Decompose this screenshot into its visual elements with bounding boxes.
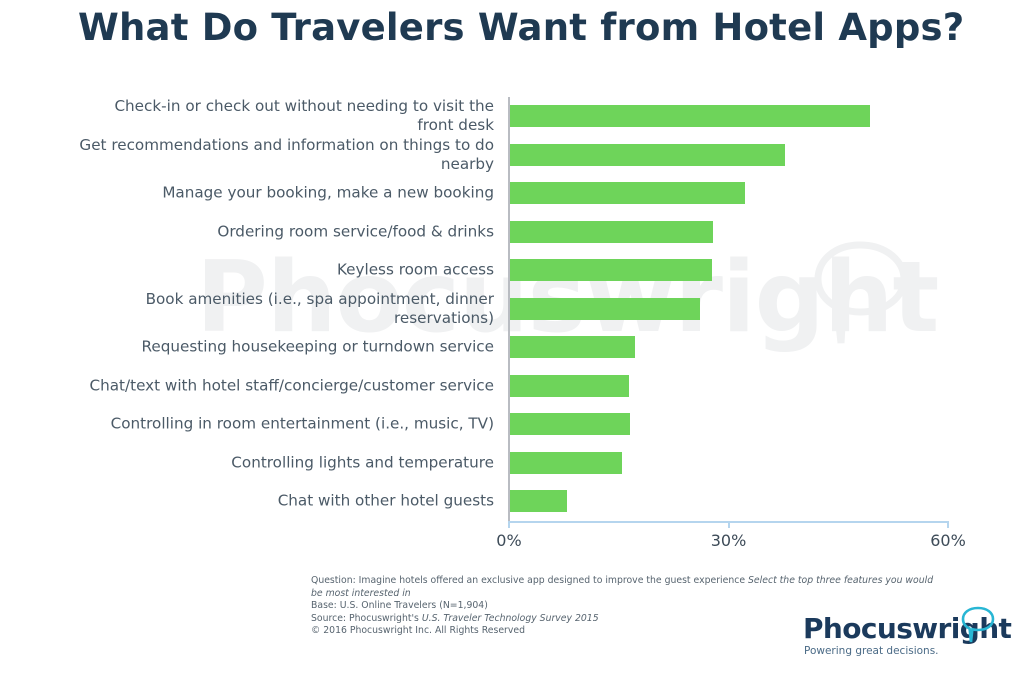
bar-row: Chat with other hotel guests	[0, 482, 1024, 521]
bar-category-label: Requesting housekeeping or turndown serv…	[141, 337, 494, 356]
bar	[510, 451, 622, 474]
footnote-source-title: U.S. Traveler Technology Survey 2015	[421, 612, 599, 624]
bar-category-label: Controlling lights and temperature	[231, 453, 494, 472]
phocuswright-logo: Phocuswright Powering great decisions.	[803, 606, 1012, 672]
footnote-question: Question: Imagine hotels offered an excl…	[311, 575, 936, 600]
x-tick-mark	[508, 521, 510, 528]
bar-category-label: Get recommendations and information on t…	[79, 135, 494, 173]
bar-category-label: Check-in or check out without needing to…	[114, 97, 494, 135]
x-tick-label: 60%	[930, 531, 966, 550]
bar-category-label: Controlling in room entertainment (i.e.,…	[110, 414, 494, 433]
bar	[510, 105, 870, 128]
bar	[510, 413, 630, 436]
x-tick-label: 30%	[710, 531, 747, 550]
bar-row: Get recommendations and information on t…	[0, 136, 1024, 175]
bar-chart: Check-in or check out without needing to…	[0, 0, 1024, 560]
bar	[510, 143, 786, 166]
bar-category-label: Chat with other hotel guests	[277, 491, 494, 510]
bar	[510, 259, 712, 282]
bar-row: Ordering room service/food & drinks	[0, 213, 1024, 252]
bar-category-label: Keyless room access	[336, 260, 494, 279]
bar-row: Chat/text with hotel staff/concierge/cus…	[0, 367, 1024, 406]
x-tick-mark	[727, 521, 730, 528]
bar-row: Controlling in room entertainment (i.e.,…	[0, 405, 1024, 444]
bar	[510, 374, 630, 397]
footnote-base: Base: U.S. Online Travelers (N=1,904)	[311, 600, 488, 612]
x-tick-label: 0%	[496, 531, 522, 550]
bar-row: Requesting housekeeping or turndown serv…	[0, 328, 1024, 367]
speech-bubble-icon	[961, 606, 995, 643]
x-tick-mark	[947, 521, 949, 528]
bar	[510, 297, 700, 320]
bar-category-label: Manage your booking, make a new booking	[162, 183, 494, 202]
bar-row: Manage your booking, make a new booking	[0, 174, 1024, 213]
bar-row: Keyless room access	[0, 251, 1024, 290]
bar	[510, 336, 636, 359]
bar-category-label: Ordering room service/food & drinks	[217, 222, 494, 241]
bar-row: Book amenities (i.e., spa appointment, d…	[0, 290, 1024, 329]
bar-category-label: Chat/text with hotel staff/concierge/cus…	[89, 376, 495, 395]
footnote-question-text: Question: Imagine hotels offered an excl…	[311, 575, 749, 586]
bar-row: Check-in or check out without needing to…	[0, 97, 1024, 136]
footnote-source-prefix: Source: Phocuswright's	[311, 612, 422, 624]
bar-row: Controlling lights and temperature	[0, 444, 1024, 483]
bar	[510, 220, 714, 243]
bar	[510, 182, 745, 205]
bar	[510, 490, 568, 513]
bar-category-label: Book amenities (i.e., spa appointment, d…	[145, 289, 494, 327]
logo-tagline: Powering great decisions.	[804, 645, 939, 657]
